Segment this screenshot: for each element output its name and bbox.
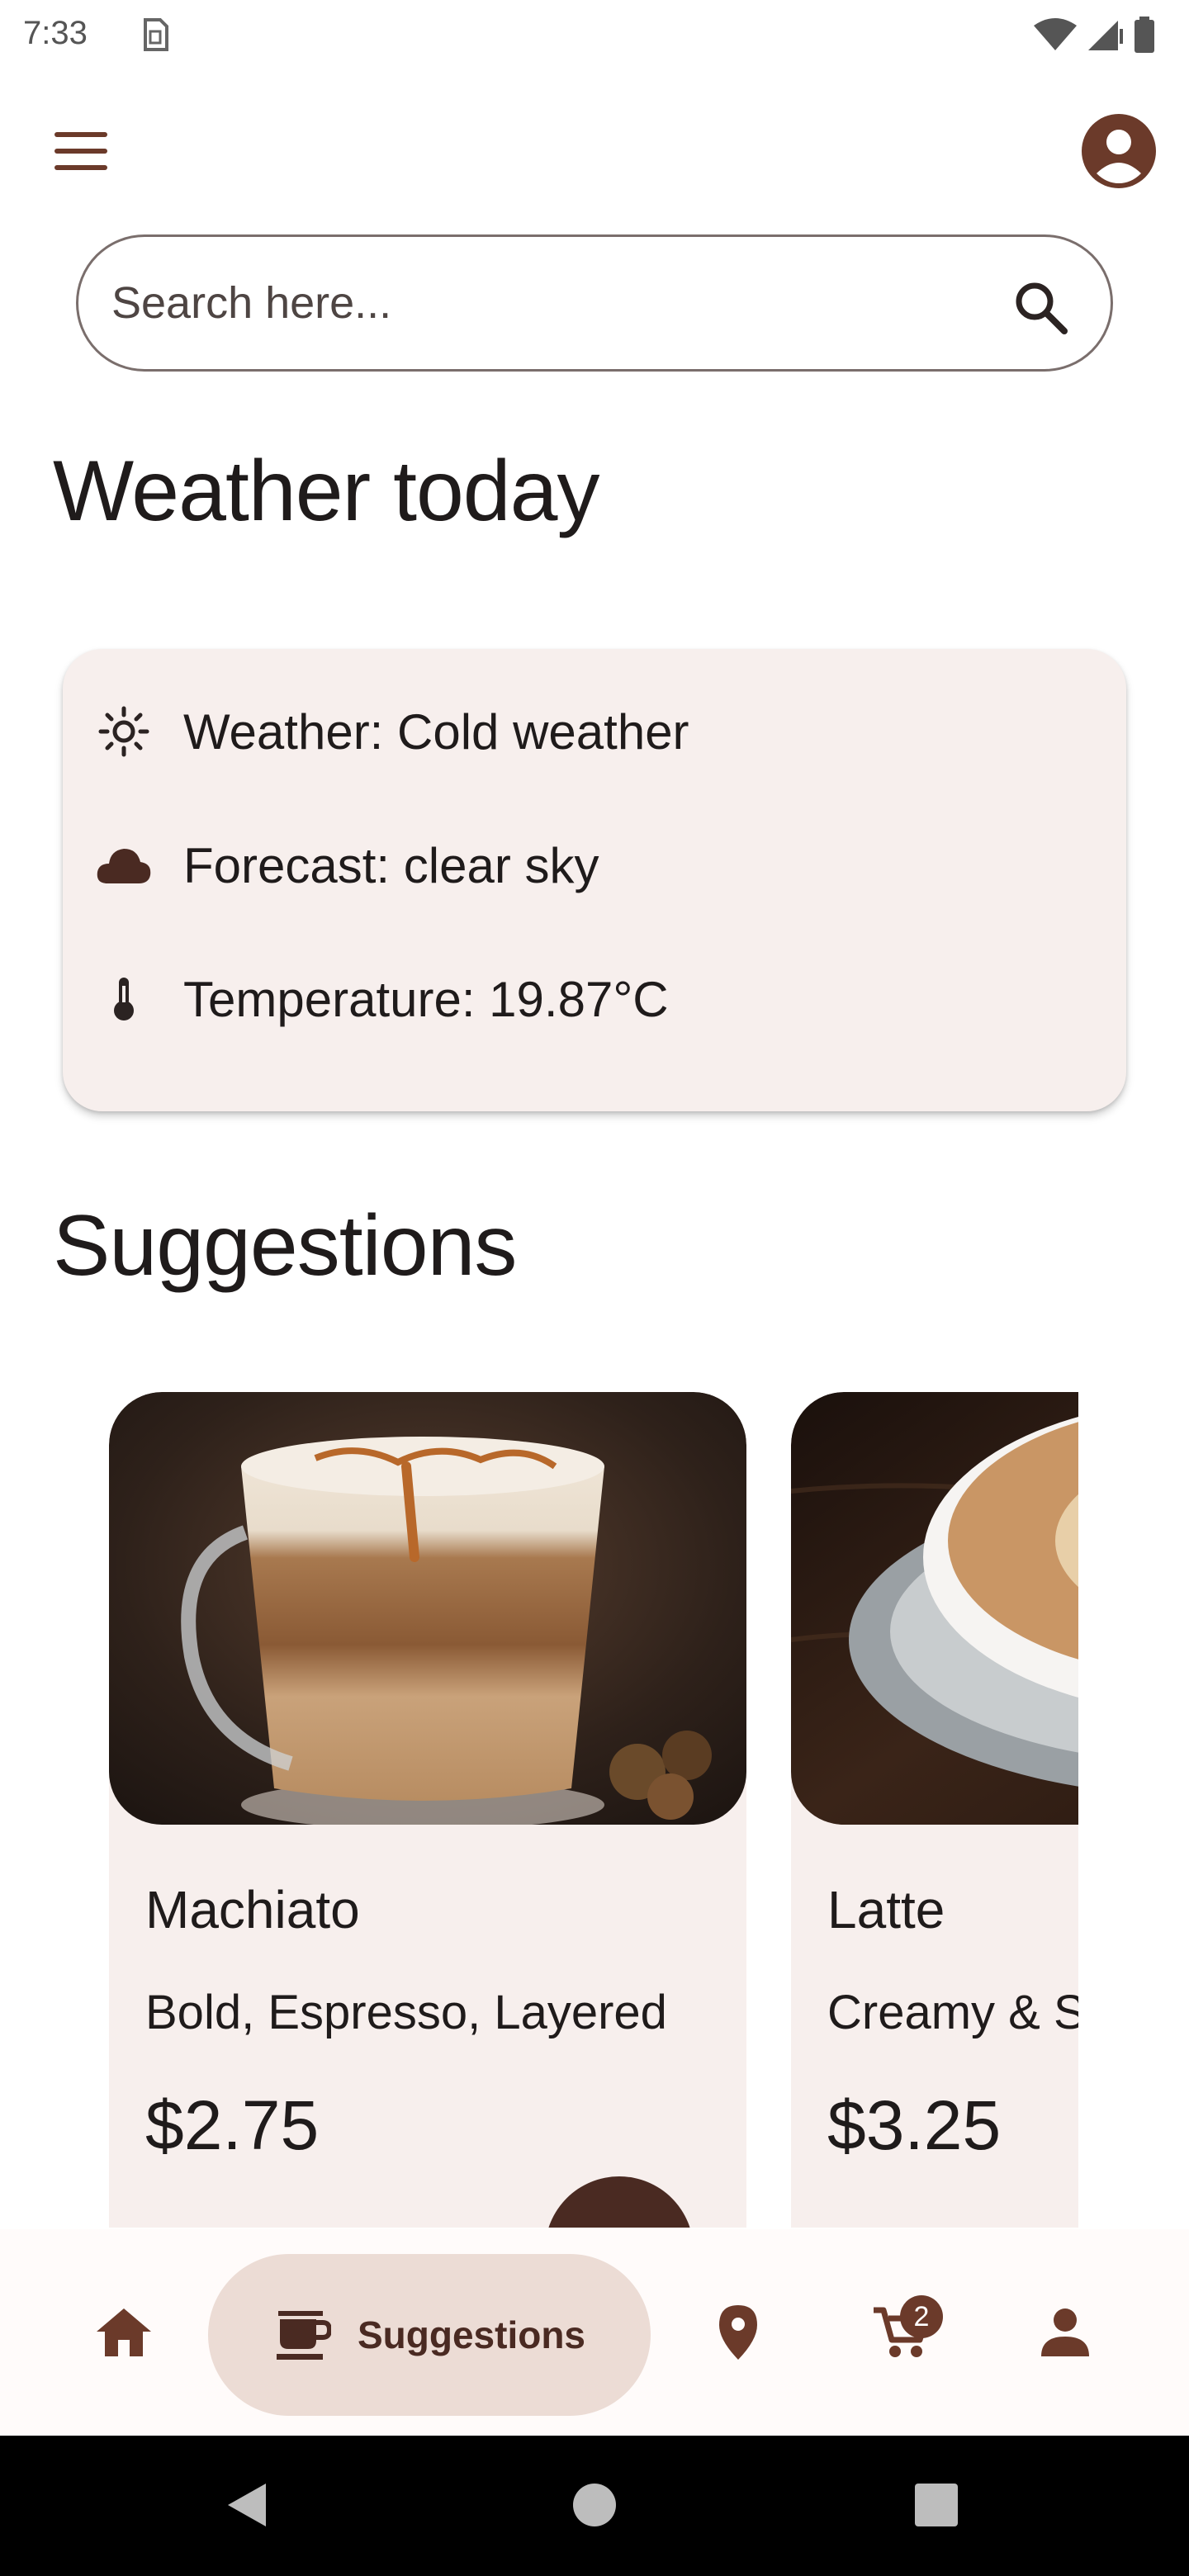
home-circle-icon[interactable] — [571, 2482, 618, 2528]
weather-row: Temperature: 19.87°C — [91, 966, 669, 1032]
system-navigation-bar — [0, 2436, 1189, 2576]
battery-icon — [1135, 17, 1154, 53]
wifi-icon — [1034, 18, 1077, 50]
temperature-text: Temperature: 19.87°C — [183, 971, 669, 1027]
weather-row: Forecast: clear sky — [91, 832, 599, 898]
nav-location[interactable] — [697, 2229, 779, 2436]
nav-cart[interactable]: 2 — [855, 2229, 946, 2436]
search-icon[interactable] — [1011, 278, 1069, 336]
forecast-text: Forecast: clear sky — [183, 837, 599, 893]
nav-suggestions-label: Suggestions — [357, 2313, 586, 2356]
product-price: $2.75 — [145, 2086, 320, 2164]
home-icon — [97, 2308, 151, 2356]
account-circle-icon[interactable] — [1082, 114, 1156, 188]
sim-card-icon — [144, 18, 168, 51]
search-input[interactable] — [111, 270, 987, 336]
thermometer-icon — [114, 978, 134, 1020]
status-time: 7:33 — [23, 15, 88, 51]
location-pin-icon — [719, 2305, 757, 2360]
search-bar[interactable] — [76, 234, 1113, 372]
coffee-cup-icon — [276, 2311, 331, 2360]
weather-condition-text: Weather: Cold weather — [183, 703, 689, 760]
product-card[interactable]: Machiato Bold, Espresso, Layered $2.75 — [109, 1392, 746, 2228]
product-description: Creamy & S — [827, 1986, 1078, 2039]
product-description: Bold, Espresso, Layered — [145, 1986, 667, 2039]
product-name: Machiato — [145, 1880, 360, 1939]
cart-badge: 2 — [900, 2295, 943, 2338]
weather-title: Weather today — [53, 443, 599, 539]
nav-home[interactable] — [83, 2229, 165, 2436]
signal-icon — [1088, 21, 1123, 50]
product-image-latte — [791, 1392, 1078, 1825]
status-bar: 7:33 — [0, 0, 1189, 69]
suggestions-title: Suggestions — [53, 1198, 517, 1294]
sun-icon — [98, 706, 149, 757]
person-icon — [1041, 2308, 1089, 2356]
product-name: Latte — [827, 1880, 945, 1939]
cloud-icon — [97, 849, 151, 883]
suggestions-carousel[interactable]: Machiato Bold, Espresso, Layered $2.75 L… — [109, 1392, 1078, 2228]
product-image-machiato — [109, 1392, 746, 1825]
nav-suggestions[interactable]: Suggestions — [208, 2254, 651, 2416]
weather-row: Weather: Cold weather — [91, 698, 689, 765]
back-icon[interactable] — [223, 2480, 269, 2530]
product-card[interactable]: Latte Creamy & S $3.25 — [791, 1392, 1078, 2228]
bottom-navigation: Suggestions 2 — [0, 2229, 1189, 2436]
recents-icon[interactable] — [913, 2482, 959, 2528]
status-icons — [1032, 17, 1156, 53]
menu-icon[interactable] — [50, 129, 112, 175]
add-to-cart-button[interactable] — [545, 2176, 694, 2228]
product-price: $3.25 — [827, 2086, 1002, 2164]
nav-profile[interactable] — [1024, 2229, 1106, 2436]
